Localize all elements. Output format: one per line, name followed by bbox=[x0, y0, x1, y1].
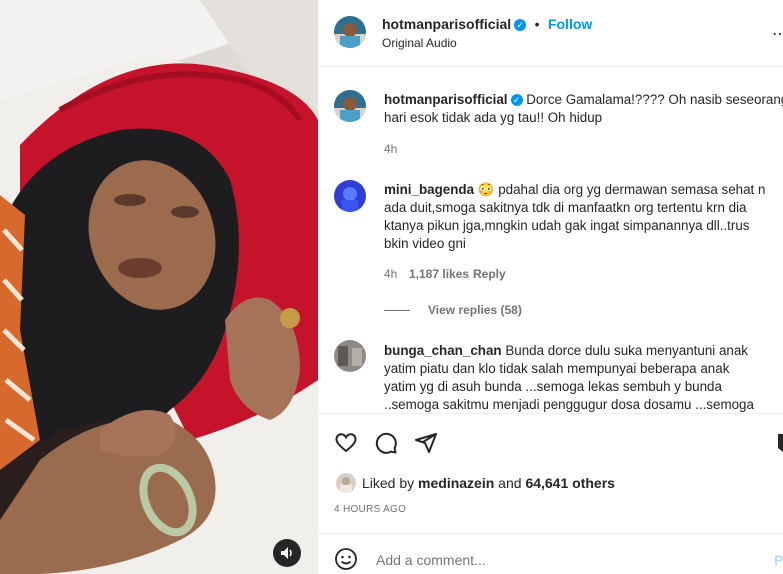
caption-avatar-image bbox=[334, 90, 366, 122]
mute-button[interactable] bbox=[273, 539, 301, 567]
liked-by-prefix: Liked by bbox=[362, 475, 419, 491]
comment-box-divider bbox=[318, 533, 783, 534]
comments-list[interactable]: hotmanparisofficial ✓ Dorce Gamalama!????… bbox=[318, 67, 783, 412]
caption-username[interactable]: hotmanparisofficial bbox=[384, 92, 508, 107]
follow-button[interactable]: Follow bbox=[548, 16, 592, 32]
author-username[interactable]: hotmanparisofficial bbox=[382, 16, 511, 32]
comment-1-likes[interactable]: 1,187 likes bbox=[409, 267, 469, 281]
verified-badge-icon: ✓ bbox=[514, 19, 527, 31]
comment-1-reply-button[interactable]: Reply bbox=[473, 267, 506, 281]
comment-bubble-icon[interactable] bbox=[374, 431, 398, 455]
comment-2-text-line2: yatim piatu dan klo tidak salah mempunya… bbox=[384, 361, 730, 376]
share-send-icon[interactable] bbox=[414, 431, 438, 455]
comment-1-text-line2: ada duit,smoga sakitnya tdk di manfaatkn… bbox=[384, 200, 747, 215]
more-options-icon[interactable]: ⋯ bbox=[772, 24, 783, 44]
comment-2-username[interactable]: bunga_chan_chan bbox=[384, 343, 502, 358]
commenter-avatar[interactable] bbox=[334, 180, 366, 212]
separator-dot: • bbox=[534, 16, 540, 32]
author-avatar[interactable] bbox=[334, 16, 366, 48]
comment-1-line1: mini_bagenda 😳 pdahal dia org yg dermawa… bbox=[384, 181, 765, 199]
comment-1-text-line4: bkin video gni bbox=[384, 236, 466, 251]
post-video[interactable] bbox=[0, 0, 318, 574]
caption-verified-icon: ✓ bbox=[510, 94, 523, 106]
commenter-avatar-image bbox=[334, 340, 366, 372]
replies-divider bbox=[384, 310, 410, 311]
liked-by-and: and bbox=[494, 475, 526, 491]
save-bookmark-icon[interactable] bbox=[776, 431, 783, 455]
comment-input[interactable] bbox=[374, 549, 758, 571]
post-actions: Liked by medinazein and 64,641 others 4 … bbox=[318, 413, 783, 574]
commenter-avatar-image bbox=[334, 180, 366, 212]
post-comment-button[interactable]: P bbox=[774, 552, 783, 568]
post-timestamp[interactable]: 4 HOURS AGO bbox=[334, 504, 406, 515]
liked-by-summary: Liked by medinazein and 64,641 others bbox=[362, 475, 615, 491]
comment-2-line1: bunga_chan_chan Bunda dorce dulu suka me… bbox=[384, 342, 748, 360]
caption-text-line1: Dorce Gamalama!???? Oh nasib seseorang bbox=[526, 92, 783, 107]
likes-count[interactable]: 64,641 others bbox=[525, 475, 615, 491]
video-frame bbox=[0, 0, 318, 574]
emoji-smiley-icon[interactable] bbox=[334, 547, 358, 571]
commenter-avatar[interactable] bbox=[334, 340, 366, 372]
speaker-icon bbox=[281, 547, 292, 559]
caption: hotmanparisofficial ✓ Dorce Gamalama!????… bbox=[384, 91, 783, 109]
comment-1-username[interactable]: mini_bagenda bbox=[384, 182, 474, 197]
liked-by-user[interactable]: medinazein bbox=[418, 475, 494, 491]
liker-avatar[interactable] bbox=[336, 473, 356, 493]
caption-avatar[interactable] bbox=[334, 90, 366, 122]
comment-1-text-line1: pdahal dia org yg dermawan semasa sehat … bbox=[498, 182, 766, 197]
post-header: hotmanparisofficial ✓ • Follow Original A… bbox=[318, 0, 783, 67]
comment-2-text-line4: ..semoga sakitmu menjadi penggugur dosa … bbox=[384, 397, 754, 412]
caption-time[interactable]: 4h bbox=[384, 142, 397, 156]
comment-2-text-line3: yatim yg di asuh bunda ...semoga lekas s… bbox=[384, 379, 722, 394]
caption-text-line2: hari esok tidak ada yg tau!! Oh hidup bbox=[384, 110, 603, 125]
comment-1-text-line3: ktanya pikun jga,mngkin udah gak ingat s… bbox=[384, 218, 750, 233]
view-replies-button[interactable]: View replies (58) bbox=[428, 303, 522, 317]
flushed-face-icon: 😳 bbox=[477, 182, 495, 197]
comment-1-time[interactable]: 4h bbox=[384, 267, 397, 281]
post-panel: hotmanparisofficial ✓ • Follow Original A… bbox=[318, 0, 783, 574]
author-avatar-image bbox=[334, 16, 366, 48]
liker-avatar-image bbox=[340, 477, 352, 493]
comment-2-text-line1: Bunda dorce dulu suka menyantuni anak bbox=[505, 343, 748, 358]
audio-label[interactable]: Original Audio bbox=[382, 36, 457, 50]
like-heart-icon[interactable] bbox=[334, 431, 358, 455]
